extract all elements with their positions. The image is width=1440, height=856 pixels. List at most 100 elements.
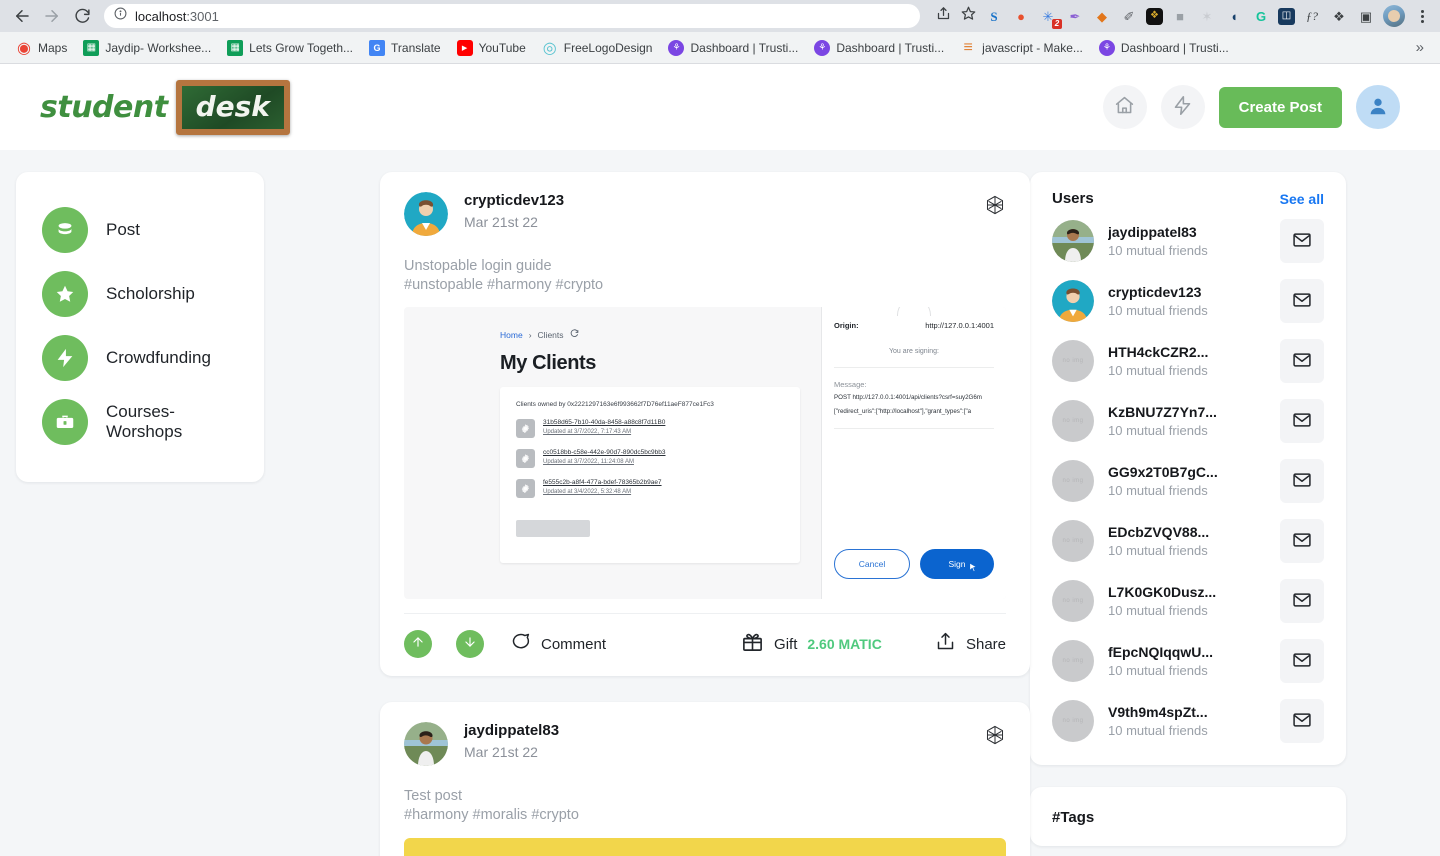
list-item[interactable]: no img L7K0GK0Dusz... 10 mutual friends [1030, 571, 1346, 631]
message-button[interactable] [1280, 519, 1324, 563]
bookmark-item[interactable]: ⚘ Dashboard | Trusti... [662, 37, 804, 59]
gift-button[interactable]: Gift 2.60 MATIC [741, 630, 882, 658]
sidebar-item-crowdfunding[interactable]: Crowdfunding [16, 326, 264, 390]
message-button[interactable] [1280, 279, 1324, 323]
bookmark-item[interactable]: ≡ javascript - Make... [954, 37, 1089, 59]
list-item[interactable]: no img fEpcNQIqqwU... 10 mutual friends [1030, 631, 1346, 691]
list-item[interactable]: no img KzBNU7Z7Yn7... 10 mutual friends [1030, 391, 1346, 451]
feather-extension[interactable]: ✒ [1065, 6, 1085, 26]
camera-extension[interactable]: ■ [1170, 6, 1190, 26]
bookmark-label: javascript - Make... [982, 40, 1083, 55]
info-circle-icon[interactable] [114, 7, 127, 25]
message-button[interactable] [1280, 399, 1324, 443]
bookmark-item[interactable]: ◉ Maps [10, 37, 73, 59]
share-button[interactable]: Share [935, 631, 1006, 657]
create-post-button[interactable]: Create Post [1218, 86, 1342, 128]
metamask-fox-extension[interactable]: ◆ [1092, 6, 1112, 26]
home-button[interactable] [1102, 85, 1147, 129]
address-bar[interactable]: localhost:3001 [104, 4, 920, 28]
placeholder-avatar[interactable]: no img [1052, 640, 1094, 682]
activity-button[interactable] [1160, 85, 1205, 129]
kebab-menu-icon[interactable] [1412, 9, 1432, 23]
list-item[interactable]: no img HTH4ckCZR2... 10 mutual friends [1030, 331, 1346, 391]
post-author-name[interactable]: jaydippatel83 [464, 722, 559, 739]
message-button[interactable] [1280, 699, 1324, 743]
bookmark-item[interactable]: ▶ YouTube [451, 37, 532, 59]
sidebar-item-post[interactable]: Post [16, 198, 264, 262]
post-author-name[interactable]: crypticdev123 [464, 192, 564, 209]
bookmark-item[interactable]: ◎ FreeLogoDesign [536, 37, 659, 59]
message-button[interactable] [1280, 339, 1324, 383]
bookmark-item[interactable]: G Translate [363, 37, 447, 59]
list-item[interactable]: jaydippatel83 10 mutual friends [1030, 211, 1346, 271]
message-button[interactable] [1280, 639, 1324, 683]
gold-emblem-extension[interactable]: ❖ [1146, 7, 1163, 25]
message-button[interactable] [1280, 219, 1324, 263]
post-media[interactable] [404, 837, 1006, 856]
placeholder-avatar[interactable]: no img [1052, 460, 1094, 502]
sparkle-extension[interactable]: ✶ [1197, 6, 1217, 26]
reload-icon[interactable] [68, 2, 96, 30]
star-icon[interactable] [961, 6, 976, 26]
avatar[interactable] [404, 722, 448, 767]
envelope-icon [1292, 710, 1312, 733]
extensions-puzzle-icon[interactable]: ❖ [1329, 6, 1349, 26]
user-avatar-icon [1367, 95, 1389, 120]
message-button[interactable] [1280, 579, 1324, 623]
see-all-link[interactable]: See all [1280, 191, 1324, 207]
bookmark-item[interactable]: ▦ Jaydip- Workshee... [77, 37, 217, 59]
sidebar-item-scholorship[interactable]: Scholorship [16, 262, 264, 326]
tabs-extension[interactable]: ◫ [1278, 7, 1295, 25]
placeholder-avatar[interactable]: no img [1052, 400, 1094, 442]
post-actions: Comment Gift 2.60 MATIC Share [404, 613, 1006, 676]
avatar[interactable] [1052, 280, 1094, 322]
polygon-hexagon-icon[interactable] [984, 724, 1006, 751]
screenshot-heading: My Clients [500, 352, 597, 375]
list-item[interactable]: no img GG9x2T0B7gC... 10 mutual friends [1030, 451, 1346, 511]
eyedropper-extension[interactable]: ✐ [1119, 6, 1139, 26]
app-logo[interactable]: student desk [40, 79, 290, 135]
forward-arrow-icon[interactable] [38, 2, 66, 30]
list-item[interactable]: no img EDcbZVQV88... 10 mutual friends [1030, 511, 1346, 571]
dialog-sign-button[interactable]: Sign [920, 549, 994, 580]
placeholder-avatar[interactable]: no img [1052, 700, 1094, 742]
bookmark-label: Dashboard | Trusti... [690, 40, 799, 55]
post-header: jaydippatel83 Mar 21st 22 [404, 722, 1006, 767]
bookmarks-overflow-button[interactable]: » [1410, 39, 1430, 56]
asterisk-extension[interactable]: ✳ 2 [1038, 6, 1062, 29]
fonts-extension[interactable]: ƒ? [1302, 6, 1322, 26]
placeholder-avatar[interactable]: no img [1052, 580, 1094, 622]
share-icon[interactable] [936, 6, 951, 26]
post-card: crypticdev123 Mar 21st 22 Unstopable log… [380, 172, 1030, 677]
side-panel-icon[interactable]: ▣ [1356, 6, 1376, 26]
placeholder-avatar[interactable]: no img [1052, 520, 1094, 562]
polygon-hexagon-icon[interactable] [984, 194, 1006, 221]
downvote-button[interactable] [456, 630, 484, 659]
bookmark-label: Dashboard | Trusti... [836, 40, 945, 55]
back-arrow-icon[interactable] [8, 2, 36, 30]
chrome-profile-avatar[interactable] [1383, 5, 1405, 27]
screenshot-ghost-button [516, 520, 590, 538]
placeholder-avatar[interactable]: no img [1052, 340, 1094, 382]
user-name: crypticdev123 [1108, 284, 1202, 300]
list-item[interactable]: no img V9th9m4spZt... 10 mutual friends [1030, 691, 1346, 751]
avatar[interactable] [1052, 220, 1094, 262]
header-actions: Create Post [1102, 85, 1400, 129]
sidebar-item-courses-worshops[interactable]: Courses-Worshops [16, 390, 264, 454]
upvote-button[interactable] [404, 630, 432, 659]
sticky-s-extension[interactable]: S [984, 6, 1004, 26]
bookmark-item[interactable]: ⚘ Dashboard | Trusti... [1093, 37, 1235, 59]
avatar[interactable] [404, 192, 448, 236]
red-blob-extension[interactable]: ● [1011, 6, 1031, 26]
post-media[interactable]: Home › Clients My Clients Clients owned … [404, 307, 1006, 600]
message-button[interactable] [1280, 459, 1324, 503]
envelope-icon [1292, 530, 1312, 553]
dialog-cancel-button[interactable]: Cancel [834, 549, 910, 580]
profile-button[interactable] [1356, 85, 1400, 129]
bookmark-item[interactable]: ▦ Lets Grow Togeth... [221, 37, 359, 59]
flame-extension[interactable]: ◖ [1224, 6, 1244, 26]
list-item[interactable]: crypticdev123 10 mutual friends [1030, 271, 1346, 331]
comment-button[interactable]: Comment [510, 631, 606, 657]
grammarly-extension[interactable]: G [1251, 6, 1271, 26]
bookmark-item[interactable]: ⚘ Dashboard | Trusti... [808, 37, 950, 59]
